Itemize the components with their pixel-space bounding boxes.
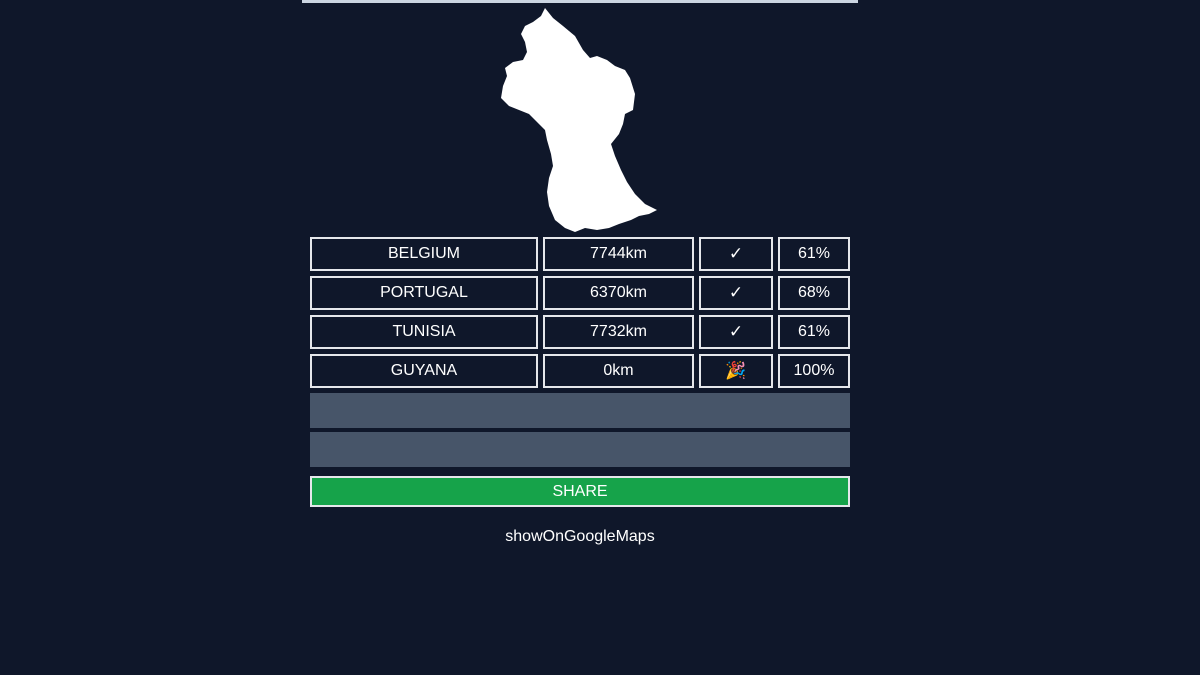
guess-row: PORTUGAL 6370km ✓ 68%	[310, 276, 850, 310]
direction-check-icon: ✓	[699, 276, 773, 310]
guess-proximity: 61%	[778, 237, 850, 271]
show-on-google-maps-link[interactable]: showOnGoogleMaps	[505, 528, 654, 546]
guess-distance: 6370km	[543, 276, 694, 310]
guess-row: BELGIUM 7744km ✓ 61%	[310, 237, 850, 271]
share-button[interactable]: SHARE	[310, 476, 850, 507]
guess-proximity: 61%	[778, 315, 850, 349]
guess-proximity: 68%	[778, 276, 850, 310]
direction-check-icon: ✓	[699, 315, 773, 349]
game-page: BELGIUM 7744km ✓ 61% PORTUGAL 6370km ✓ 6…	[0, 0, 1200, 675]
guess-country: GUYANA	[310, 354, 538, 388]
empty-guess-row	[310, 432, 850, 467]
guess-row: TUNISIA 7732km ✓ 61%	[310, 315, 850, 349]
guess-list: BELGIUM 7744km ✓ 61% PORTUGAL 6370km ✓ 6…	[310, 237, 850, 471]
guess-country: PORTUGAL	[310, 276, 538, 310]
country-silhouette	[501, 8, 657, 232]
guess-input-edge[interactable]	[302, 0, 858, 3]
maps-link-wrapper: showOnGoogleMaps	[0, 528, 1160, 546]
guess-row: GUYANA 0km 🎉 100%	[310, 354, 850, 388]
direction-check-icon: ✓	[699, 237, 773, 271]
guess-distance: 7732km	[543, 315, 694, 349]
guess-distance: 7744km	[543, 237, 694, 271]
guess-distance: 0km	[543, 354, 694, 388]
party-popper-icon: 🎉	[699, 354, 773, 388]
guess-country: TUNISIA	[310, 315, 538, 349]
guess-country: BELGIUM	[310, 237, 538, 271]
guess-proximity: 100%	[778, 354, 850, 388]
empty-guess-row	[310, 393, 850, 428]
